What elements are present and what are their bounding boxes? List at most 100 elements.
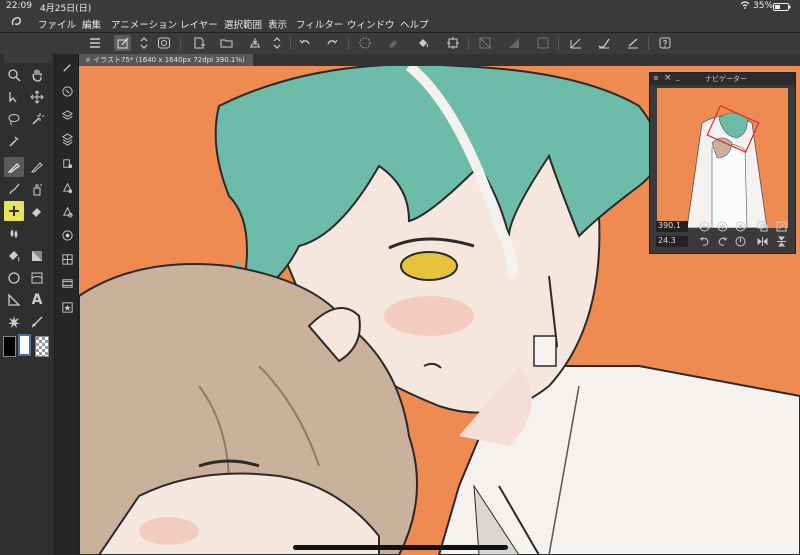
redo-icon[interactable] xyxy=(323,35,340,51)
menu-layer[interactable]: レイヤー xyxy=(180,17,218,31)
tool-property-icon[interactable] xyxy=(58,226,76,244)
battery-percent: 35% xyxy=(753,1,774,11)
help-icon[interactable] xyxy=(656,35,673,51)
tool-palette-header xyxy=(4,53,52,63)
menu-bar: ファイル 編集 アニメーション レイヤー 選択範囲 表示 フィルター ウィンドウ… xyxy=(0,14,800,33)
wifi-icon xyxy=(740,1,750,12)
bucket-fill-icon[interactable] xyxy=(414,35,431,51)
menu-edit[interactable]: 編集 xyxy=(82,17,101,31)
color-set-icon[interactable] xyxy=(58,178,76,196)
undo-icon[interactable] xyxy=(296,35,313,51)
frame-icon[interactable] xyxy=(534,35,551,51)
flip-horizontal-icon[interactable] xyxy=(756,235,768,247)
menu-file[interactable]: ファイル xyxy=(38,17,76,31)
auto-action-icon[interactable] xyxy=(58,298,76,316)
color-history-icon[interactable] xyxy=(58,202,76,220)
menu-filter[interactable]: フィルター xyxy=(296,17,343,31)
balloon-tool-icon[interactable] xyxy=(4,312,24,332)
animation-timeline-icon[interactable] xyxy=(58,274,76,292)
zoom-in-icon[interactable] xyxy=(716,220,728,232)
navigator-icon[interactable] xyxy=(58,82,76,100)
rotate-right-icon[interactable] xyxy=(716,235,728,247)
material-icon[interactable] xyxy=(58,250,76,268)
magic-wand-icon[interactable] xyxy=(27,109,47,129)
minimize-icon[interactable]: _ xyxy=(676,73,680,81)
save-icon[interactable] xyxy=(246,35,263,51)
menu-animation[interactable]: アニメーション xyxy=(111,17,177,31)
color-wheel-icon[interactable] xyxy=(58,154,76,172)
gradient-layer-icon[interactable] xyxy=(505,35,522,51)
tab-close-icon[interactable]: × xyxy=(85,56,93,64)
clear-selection-icon[interactable] xyxy=(356,35,373,51)
status-time: 22:09 xyxy=(6,1,32,11)
move-layer-icon[interactable] xyxy=(27,87,47,107)
gradient-tool-icon[interactable] xyxy=(27,246,47,266)
command-bar xyxy=(0,33,800,55)
menu-selection[interactable]: 選択範囲 xyxy=(224,17,262,31)
pencil-tool-icon[interactable] xyxy=(27,157,47,177)
menu-help[interactable]: ヘルプ xyxy=(400,17,429,31)
hamburger-menu-icon[interactable] xyxy=(86,35,103,51)
eyedropper-icon[interactable] xyxy=(4,131,24,151)
status-date: 4月25日(日) xyxy=(40,4,92,14)
rotation-value-field[interactable]: 24.3 xyxy=(656,236,688,247)
menu-window[interactable]: ウィンドウ xyxy=(347,17,395,31)
zoom-value-field[interactable]: 390.1 xyxy=(656,221,688,232)
fill-layer-icon[interactable] xyxy=(384,35,401,51)
layers-icon[interactable] xyxy=(58,130,76,148)
transparent-color-swatch[interactable] xyxy=(35,336,49,357)
blend-tool-icon[interactable] xyxy=(4,223,24,243)
status-bar: 22:09 4月25日(日) 35% xyxy=(0,0,800,14)
brush-stabilizer-icon[interactable] xyxy=(595,35,612,51)
lasso-select-icon[interactable] xyxy=(4,109,24,129)
ruler-icon[interactable] xyxy=(567,35,584,51)
navigator-title: ナビゲーター xyxy=(705,75,747,83)
home-indicator[interactable] xyxy=(293,545,508,550)
navigator-header: ≡ × _ ナビゲーター xyxy=(650,73,795,85)
logo-icon[interactable] xyxy=(10,16,22,31)
correct-line-icon[interactable] xyxy=(27,312,47,332)
frame-border-icon[interactable] xyxy=(27,268,47,288)
main-color-swatch[interactable] xyxy=(3,336,16,357)
pen-tool-icon[interactable] xyxy=(4,157,24,177)
battery-icon xyxy=(773,3,791,14)
hand-tool-icon[interactable] xyxy=(27,65,47,85)
clip-studio-icon[interactable] xyxy=(155,35,172,51)
fill-tool-icon[interactable] xyxy=(4,246,24,266)
pen-pressure-icon[interactable] xyxy=(624,35,641,51)
side-panel-icons xyxy=(55,54,79,555)
transform-icon[interactable] xyxy=(444,35,461,51)
chevron-updown-icon[interactable] xyxy=(268,35,285,51)
new-file-icon[interactable] xyxy=(190,35,207,51)
navigator-thumbnail[interactable] xyxy=(657,88,788,228)
rotate-left-icon[interactable] xyxy=(698,235,710,247)
tool-palette: A xyxy=(0,53,55,555)
tab-illustration[interactable]: × イラスト75* (1640 x 1640px 72dpi 390.1%) xyxy=(79,54,253,66)
close-icon[interactable]: × xyxy=(664,73,672,83)
ruler-tool-icon[interactable] xyxy=(4,290,24,310)
chevron-updown-icon[interactable] xyxy=(135,35,152,51)
open-folder-icon[interactable] xyxy=(218,35,235,51)
pen-tool-mode-icon[interactable] xyxy=(114,35,131,51)
airbrush-tool-icon[interactable] xyxy=(27,179,47,199)
reset-rotation-icon[interactable] xyxy=(734,235,746,247)
sub-tool-brush-icon[interactable] xyxy=(58,58,76,76)
navigator-panel: ≡ × _ ナビゲーター 390.1 24.3 xyxy=(649,72,796,254)
fit-to-screen-icon[interactable] xyxy=(756,220,768,232)
figure-tool-icon[interactable] xyxy=(4,268,24,288)
text-tool-icon[interactable]: A xyxy=(27,290,47,310)
eraser-tool-icon[interactable] xyxy=(27,201,47,221)
object-select-icon[interactable] xyxy=(4,87,24,107)
sub-color-swatch[interactable] xyxy=(18,334,31,356)
zoom-out-icon[interactable] xyxy=(698,220,710,232)
fit-to-window-icon[interactable] xyxy=(775,220,787,232)
panel-menu-icon[interactable]: ≡ xyxy=(653,74,659,82)
zoom-tool-icon[interactable] xyxy=(4,65,24,85)
layer-property-icon[interactable] xyxy=(58,106,76,124)
actual-size-icon[interactable] xyxy=(734,220,746,232)
hide-outside-icon[interactable] xyxy=(476,35,493,51)
decoration-tool-icon[interactable] xyxy=(4,201,24,221)
menu-view[interactable]: 表示 xyxy=(268,17,287,31)
brush-tool-icon[interactable] xyxy=(4,179,24,199)
flip-vertical-icon[interactable] xyxy=(775,235,787,247)
